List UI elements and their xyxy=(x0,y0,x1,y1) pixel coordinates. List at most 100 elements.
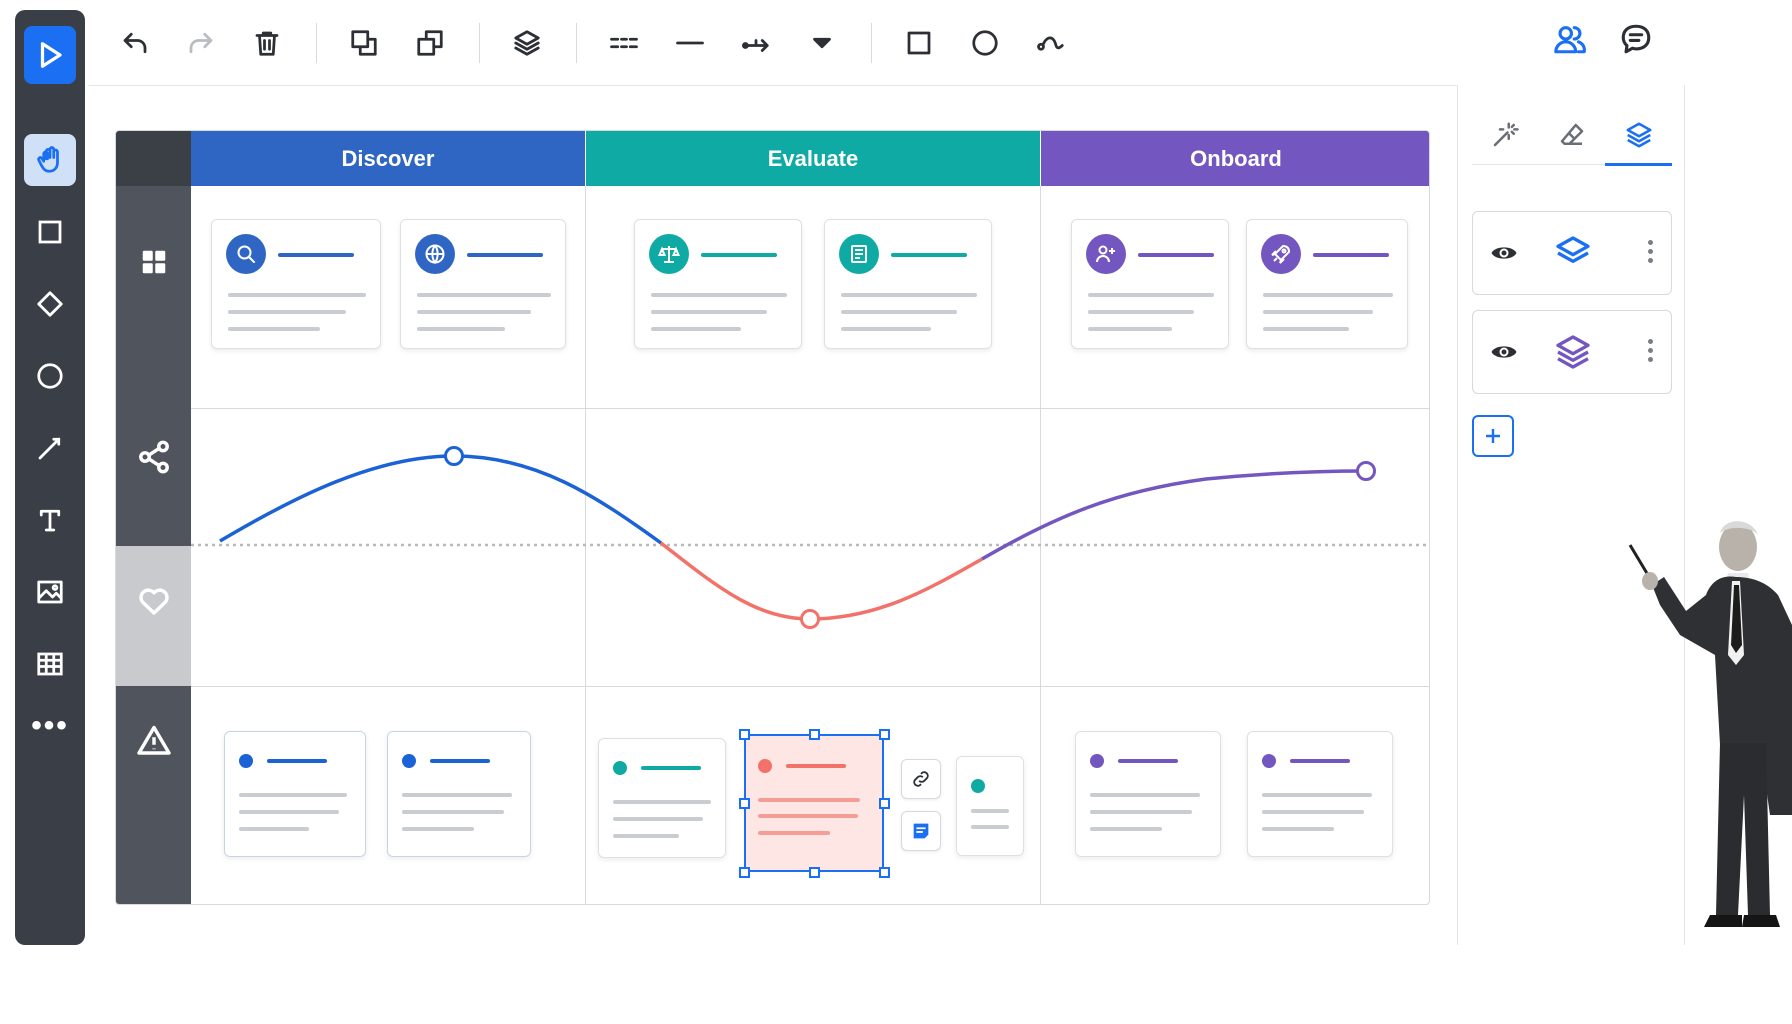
card-text-line xyxy=(613,834,679,838)
circle-tool-button[interactable] xyxy=(24,350,76,402)
curve-point-end[interactable] xyxy=(1356,461,1376,481)
ellipse-shape-button[interactable] xyxy=(960,18,1010,68)
layer-menu-button[interactable] xyxy=(1648,339,1653,362)
tab-layers[interactable] xyxy=(1605,105,1672,166)
resize-handle-w[interactable] xyxy=(739,798,750,809)
toolbar-divider xyxy=(316,23,317,63)
eye-icon[interactable] xyxy=(1489,337,1519,367)
toolbar-divider xyxy=(871,23,872,63)
layers-icon xyxy=(1626,122,1652,148)
card-dot xyxy=(239,754,253,768)
add-note-button[interactable] xyxy=(901,811,941,851)
undo-icon xyxy=(123,32,147,54)
play-logo-button[interactable] xyxy=(24,26,76,84)
solid-line-button[interactable] xyxy=(665,18,715,68)
diamond-tool-button[interactable] xyxy=(24,278,76,330)
table-icon xyxy=(37,652,63,676)
dashed-line-icon xyxy=(610,37,638,49)
pain-point-card[interactable] xyxy=(387,731,531,857)
card-dot xyxy=(402,754,416,768)
bring-forward-button[interactable] xyxy=(339,18,389,68)
card-text-line xyxy=(1090,810,1192,814)
layers-toolbar-button[interactable] xyxy=(502,18,552,68)
duplicate-button[interactable] xyxy=(405,18,455,68)
selection-box[interactable] xyxy=(744,734,884,872)
tab-magic[interactable] xyxy=(1472,105,1539,165)
trash-icon xyxy=(255,31,279,56)
circle-icon xyxy=(972,30,998,56)
resize-handle-n[interactable] xyxy=(809,729,820,740)
card-text-line xyxy=(402,810,504,814)
layer-menu-button[interactable] xyxy=(1648,240,1653,263)
rectangle-tool-button[interactable] xyxy=(24,206,76,258)
resize-handle-se[interactable] xyxy=(879,867,890,878)
layer-item[interactable] xyxy=(1472,211,1672,295)
curve-point-low[interactable] xyxy=(800,609,820,629)
line-tool-button[interactable] xyxy=(24,422,76,474)
card-text-line xyxy=(1262,827,1334,831)
circle-icon xyxy=(37,363,63,389)
presenter-illustration xyxy=(1628,521,1792,927)
right-panel-tabs xyxy=(1472,105,1672,166)
dashed-line-button[interactable] xyxy=(599,18,649,68)
caret-down-icon xyxy=(813,37,831,49)
pain-point-card[interactable] xyxy=(598,738,726,858)
text-tool-button[interactable] xyxy=(24,494,76,546)
link-button[interactable] xyxy=(901,759,941,799)
hand-icon xyxy=(37,146,59,173)
note-icon xyxy=(913,823,929,839)
square-icon xyxy=(38,220,62,244)
resize-handle-nw[interactable] xyxy=(739,729,750,740)
card-text-line xyxy=(971,825,1009,829)
image-tool-button[interactable] xyxy=(24,566,76,618)
tab-eraser[interactable] xyxy=(1539,105,1606,165)
arrow-line-button[interactable] xyxy=(731,18,781,68)
pain-point-card[interactable] xyxy=(224,731,366,857)
hand-tool-button[interactable] xyxy=(24,134,76,186)
text-icon xyxy=(39,509,61,532)
top-right-actions xyxy=(1545,14,1677,64)
resize-handle-s[interactable] xyxy=(809,867,820,878)
pain-point-card[interactable] xyxy=(1075,731,1221,857)
resize-handle-ne[interactable] xyxy=(879,729,890,740)
add-layer-button[interactable] xyxy=(1472,415,1514,457)
curve-point-peak[interactable] xyxy=(444,446,464,466)
line-options-dropdown[interactable] xyxy=(797,18,847,68)
card-text-line xyxy=(1262,793,1372,797)
journey-map-board[interactable]: Discover Evaluate Onboard xyxy=(115,130,1430,905)
card-dot xyxy=(971,779,985,793)
image-icon xyxy=(37,580,63,604)
undo-button[interactable] xyxy=(110,18,160,68)
card-text-line xyxy=(402,827,474,831)
redo-button[interactable] xyxy=(176,18,226,68)
curve-icon xyxy=(1037,36,1064,51)
card-text-line xyxy=(239,793,347,797)
eye-icon[interactable] xyxy=(1489,238,1519,268)
layer-item[interactable] xyxy=(1472,310,1672,394)
card-text-line xyxy=(1090,827,1162,831)
comments-button[interactable] xyxy=(1611,14,1661,64)
collaborators-button[interactable] xyxy=(1545,14,1595,64)
play-icon xyxy=(40,42,62,68)
square-icon xyxy=(907,31,931,55)
solid-line-icon xyxy=(676,41,704,45)
diamond-icon xyxy=(37,291,63,317)
more-tools-button[interactable]: ••• xyxy=(31,711,69,741)
rectangle-shape-button[interactable] xyxy=(894,18,944,68)
left-toolbar: ••• xyxy=(15,10,85,945)
resize-handle-sw[interactable] xyxy=(739,867,750,878)
delete-button[interactable] xyxy=(242,18,292,68)
toolbar-divider xyxy=(576,23,577,63)
pain-point-card[interactable] xyxy=(956,756,1024,856)
chat-icon xyxy=(1621,24,1651,54)
table-tool-button[interactable] xyxy=(24,638,76,690)
card-text-line xyxy=(239,827,309,831)
pain-point-card[interactable] xyxy=(1247,731,1393,857)
resize-handle-e[interactable] xyxy=(879,798,890,809)
layers-icon xyxy=(1556,335,1590,369)
card-title-line xyxy=(1290,759,1350,763)
card-text-line xyxy=(1262,810,1364,814)
card-title-line xyxy=(430,759,490,763)
curve-connector-button[interactable] xyxy=(1026,18,1076,68)
bring-forward-icon xyxy=(351,30,377,56)
